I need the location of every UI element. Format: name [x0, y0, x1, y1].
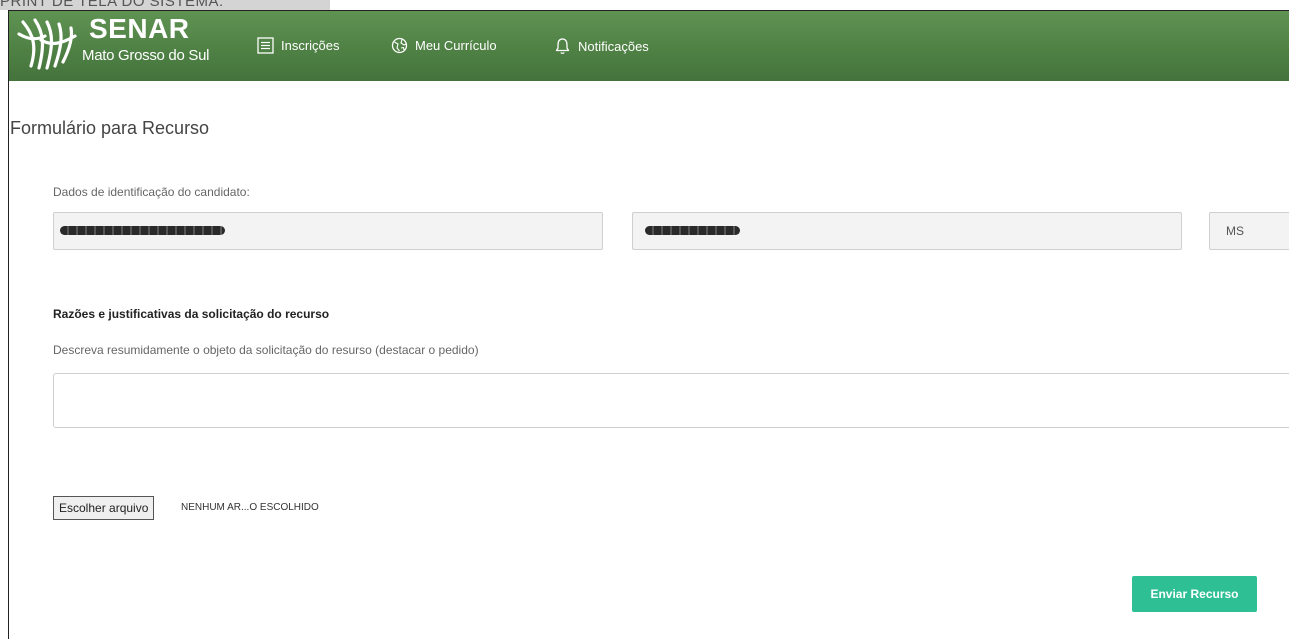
nav-meu-curriculo-label: Meu Currículo [415, 38, 497, 53]
candidate-name-field[interactable] [53, 212, 603, 250]
logo-title: SENAR [89, 13, 190, 44]
reasons-help-text: Descreva resumidamente o objeto da solic… [53, 343, 479, 357]
screenshot-caption: PRINT DE TELA DO SISTEMA: [0, 0, 330, 10]
globe-icon [391, 37, 408, 54]
file-status-text: NENHUM AR...O ESCOLHIDO [181, 502, 319, 513]
redacted-value [645, 226, 740, 235]
reasons-heading: Razões e justificativas da solicitação d… [53, 307, 330, 321]
candidate-id-field[interactable] [632, 212, 1182, 250]
nav-inscricoes[interactable]: Inscrições [257, 37, 340, 54]
nav-inscricoes-label: Inscrições [281, 38, 340, 53]
bell-icon [555, 38, 570, 54]
state-value: MS [1226, 224, 1244, 238]
top-navbar: SENAR Mato Grosso do Sul Inscrições Meu … [9, 11, 1289, 81]
nav-notificacoes-label: Notificações [578, 38, 649, 54]
logo-subtitle: Mato Grosso do Sul [82, 47, 210, 64]
app-window [8, 10, 1289, 639]
list-icon [257, 37, 274, 54]
reasons-textarea[interactable] [53, 373, 1289, 428]
candidate-state-field[interactable]: MS [1209, 212, 1289, 250]
submit-appeal-button[interactable]: Enviar Recurso [1132, 576, 1257, 612]
nav-meu-curriculo[interactable]: Meu Currículo [391, 37, 497, 54]
choose-file-button[interactable]: Escolher arquivo [53, 496, 155, 520]
redacted-value [60, 226, 225, 235]
identification-label: Dados de identificação do candidato: [53, 185, 250, 199]
nav-notificacoes[interactable]: Notificações [554, 37, 649, 55]
senar-logo-icon [17, 18, 77, 70]
page-title: Formulário para Recurso [10, 118, 210, 138]
